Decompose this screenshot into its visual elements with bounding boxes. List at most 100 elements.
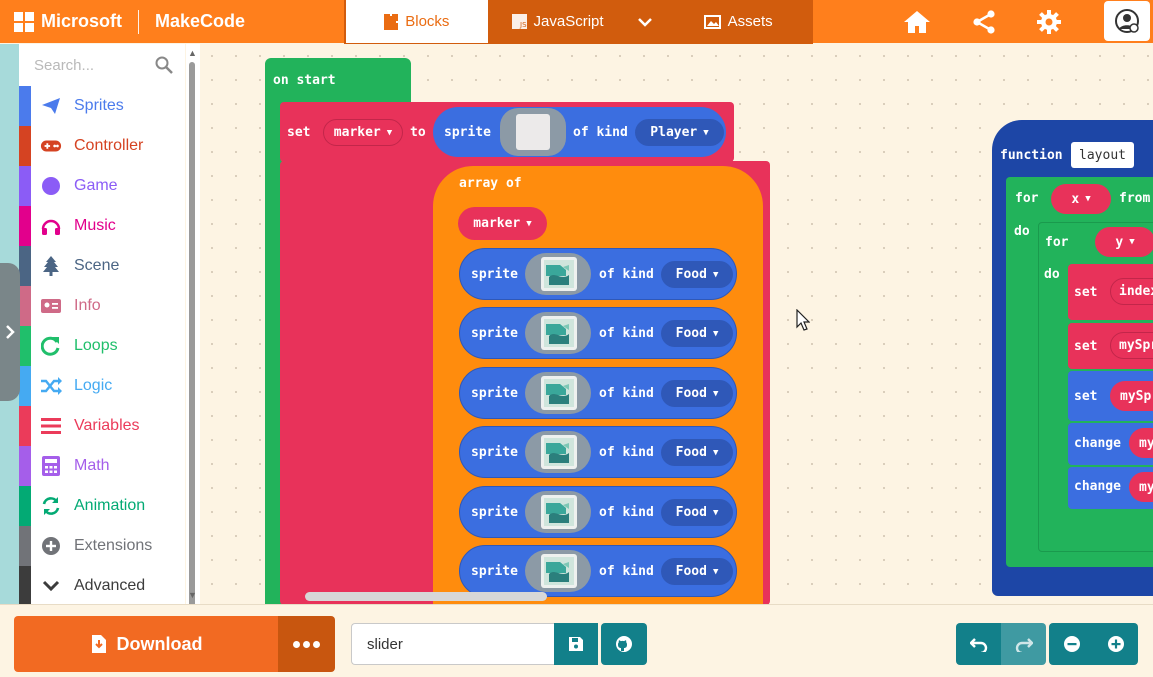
download-button[interactable]: Download — [14, 616, 279, 672]
change-label-1: change — [1074, 436, 1121, 451]
index-variable-dropdown[interactable]: index — [1110, 278, 1153, 305]
mysp-variable-reporter[interactable]: mySp — [1110, 381, 1153, 411]
category-variables[interactable]: Variables — [19, 406, 185, 446]
sprite-label: sprite — [471, 445, 518, 460]
food-kind-dropdown[interactable]: Food ▼ — [661, 320, 733, 347]
tab-javascript-label: JavaScript — [533, 13, 604, 30]
dot-icon — [293, 640, 300, 648]
language-dropdown[interactable] — [627, 0, 663, 43]
food-kind-dropdown[interactable]: Food ▼ — [661, 439, 733, 466]
category-label: Info — [74, 297, 101, 314]
caret-down-icon: ▼ — [712, 328, 719, 339]
home-button[interactable] — [897, 0, 937, 43]
zoom-in-button[interactable] — [1094, 623, 1138, 665]
share-icon — [973, 9, 995, 34]
food-kind-dropdown[interactable]: Food ▼ — [661, 558, 733, 585]
category-info[interactable]: Info — [19, 286, 185, 326]
category-game[interactable]: Game — [19, 166, 185, 206]
caret-down-icon: ▼ — [712, 388, 719, 399]
workspace-horizontal-scrollbar[interactable] — [305, 592, 547, 601]
toolbox-search[interactable]: Search... — [19, 44, 185, 86]
toolbox-scroll-thumb[interactable] — [189, 62, 195, 617]
category-sprites[interactable]: Sprites — [19, 86, 185, 126]
myspr-variable-dropdown[interactable]: mySpr — [1110, 332, 1153, 359]
mysp-variable-label: mySp — [1120, 388, 1152, 404]
tab-assets[interactable]: Assets — [663, 0, 813, 43]
food-kind-label: Food — [675, 326, 707, 341]
array-of-label: array of — [459, 176, 522, 191]
category-logic[interactable]: Logic — [19, 366, 185, 406]
category-animation[interactable]: Animation — [19, 486, 185, 526]
marker-variable-reporter[interactable]: marker ▼ — [458, 207, 547, 240]
undo-button[interactable] — [956, 623, 1001, 665]
set-label: set — [287, 125, 311, 140]
category-color-bar — [19, 166, 31, 206]
food-kind-dropdown[interactable]: Food ▼ — [661, 261, 733, 288]
do-inner-label: do — [1044, 267, 1060, 282]
change-label-2: change — [1074, 479, 1121, 494]
github-icon — [616, 636, 632, 652]
toolbox-expand-handle[interactable] — [0, 263, 20, 401]
category-music[interactable]: Music — [19, 206, 185, 246]
x-variable-dropdown[interactable]: x ▼ — [1051, 184, 1111, 214]
my-variable-reporter-1[interactable]: my — [1129, 428, 1153, 458]
set-myspr-label: set — [1074, 339, 1098, 354]
scroll-down-icon[interactable]: ▼ — [188, 590, 197, 600]
category-scene[interactable]: Scene — [19, 246, 185, 286]
category-label: Game — [74, 177, 118, 194]
function-keyword: function — [1000, 148, 1063, 163]
tree-icon — [40, 256, 62, 276]
food-image — [541, 554, 577, 588]
category-loops[interactable]: Loops — [19, 326, 185, 366]
my-variable-reporter-2[interactable]: my — [1129, 472, 1153, 502]
category-label: Animation — [74, 497, 146, 514]
from-label: from — [1119, 191, 1151, 206]
download-icon — [91, 635, 106, 653]
tab-blocks[interactable]: Blocks — [346, 0, 488, 43]
category-color-bar — [19, 286, 31, 326]
zoom-out-button[interactable] — [1049, 623, 1094, 665]
caret-down-icon: ▼ — [712, 447, 719, 458]
brand[interactable]: Microsoft MakeCode — [14, 0, 245, 43]
more-options-button[interactable] — [278, 616, 335, 672]
caret-down-icon: ▼ — [712, 566, 719, 577]
sprite-label: sprite — [471, 326, 518, 341]
of-kind-label: of kind — [599, 505, 654, 520]
save-project-button[interactable] — [554, 623, 598, 665]
blocks-workspace[interactable]: on start set marker ▼ to sprite of kind P… — [200, 44, 1153, 605]
category-label: Music — [74, 217, 116, 234]
player-kind-dropdown[interactable]: Player ▼ — [635, 119, 724, 146]
food-kind-dropdown[interactable]: Food ▼ — [661, 499, 733, 526]
user-menu-button[interactable] — [1104, 1, 1150, 41]
settings-button[interactable] — [1029, 0, 1069, 43]
toolbox-scrollbar[interactable]: ▲ ▼ — [186, 44, 200, 617]
function-name-field[interactable]: layout — [1071, 142, 1134, 168]
category-label: Controller — [74, 137, 144, 154]
javascript-icon: JS — [511, 14, 527, 29]
of-kind-label: of kind — [599, 326, 654, 341]
food-kind-dropdown[interactable]: Food ▼ — [661, 380, 733, 407]
scroll-up-icon[interactable]: ▲ — [188, 48, 197, 58]
redo-button[interactable] — [1001, 623, 1046, 665]
marker-variable-dropdown[interactable]: marker ▼ — [323, 119, 403, 146]
brand-microsoft: Microsoft — [41, 11, 122, 31]
category-controller[interactable]: Controller — [19, 126, 185, 166]
category-extensions[interactable]: Extensions — [19, 526, 185, 566]
category-math[interactable]: Math — [19, 446, 185, 486]
toolbox: Search... Sprites Controller Game Music Scen… — [19, 44, 185, 604]
share-button[interactable] — [964, 0, 1004, 43]
save-icon — [569, 637, 583, 651]
of-kind-label: of kind — [573, 125, 628, 140]
github-button[interactable] — [601, 623, 647, 665]
category-label: Extensions — [74, 537, 153, 554]
category-advanced[interactable]: Advanced — [19, 566, 185, 604]
y-variable-dropdown[interactable]: y ▼ — [1095, 227, 1153, 257]
plus-circle-icon — [40, 536, 62, 556]
project-name-input[interactable] — [351, 623, 555, 665]
brand-makecode: MakeCode — [155, 11, 246, 31]
header-bar: Microsoft MakeCode Blocks JS JavaScript … — [0, 0, 1153, 44]
category-color-bar — [19, 526, 31, 566]
category-color-bar — [19, 446, 31, 486]
tab-javascript[interactable]: JS JavaScript — [488, 0, 628, 43]
my-variable-label-2: my — [1139, 479, 1153, 495]
